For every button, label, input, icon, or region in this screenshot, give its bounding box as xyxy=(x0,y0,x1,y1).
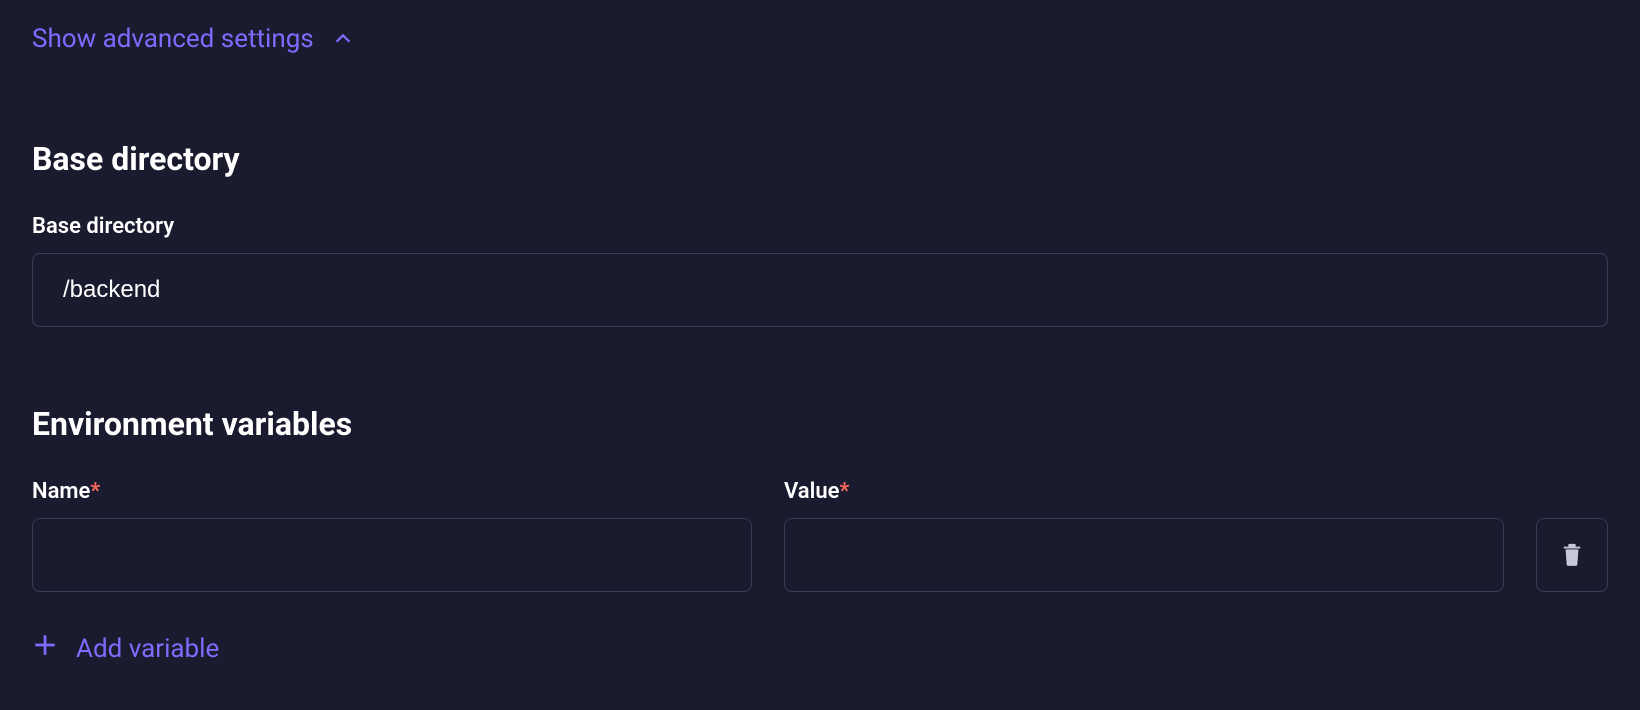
environment-variables-heading: Environment variables xyxy=(32,405,1608,443)
base-directory-heading: Base directory xyxy=(32,140,1608,178)
env-name-label: Name* xyxy=(32,479,752,504)
env-value-label: Value* xyxy=(784,479,1504,504)
chevron-up-icon xyxy=(332,28,354,50)
show-advanced-settings-toggle[interactable]: Show advanced settings xyxy=(32,24,354,54)
add-variable-label: Add variable xyxy=(76,634,219,664)
required-mark: * xyxy=(839,479,849,504)
add-variable-button[interactable]: Add variable xyxy=(32,632,219,665)
trash-icon xyxy=(1561,541,1583,570)
env-value-label-text: Value xyxy=(784,479,839,504)
plus-icon xyxy=(32,632,58,665)
show-advanced-settings-label: Show advanced settings xyxy=(32,24,314,54)
env-name-column: Name* xyxy=(32,479,752,592)
env-name-input[interactable] xyxy=(32,518,752,592)
delete-env-var-button[interactable] xyxy=(1536,518,1608,592)
env-var-row: Name* Value* xyxy=(32,479,1608,592)
env-name-label-text: Name xyxy=(32,479,90,504)
required-mark: * xyxy=(90,479,100,504)
env-value-input[interactable] xyxy=(784,518,1504,592)
base-directory-input[interactable] xyxy=(32,253,1608,327)
env-value-column: Value* xyxy=(784,479,1504,592)
base-directory-label: Base directory xyxy=(32,214,1608,239)
